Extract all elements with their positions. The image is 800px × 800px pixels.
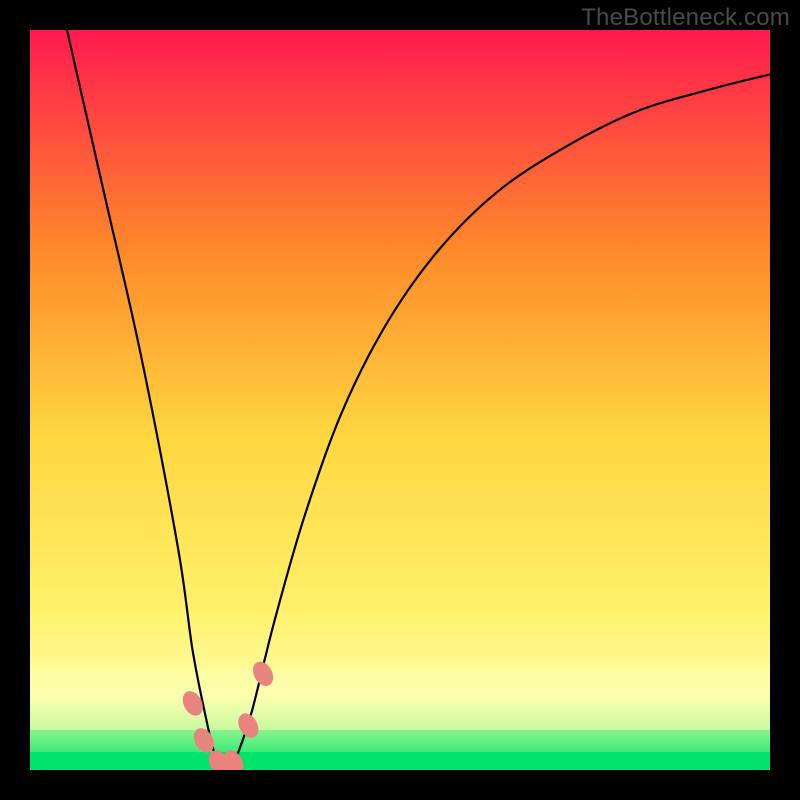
watermark-label: TheBottleneck.com <box>581 4 790 32</box>
plot-green-strip <box>30 752 770 770</box>
plot-light-band <box>30 670 770 730</box>
bottleneck-chart <box>30 30 770 770</box>
plot-background <box>30 30 770 770</box>
chart-frame: TheBottleneck.com <box>0 0 800 800</box>
